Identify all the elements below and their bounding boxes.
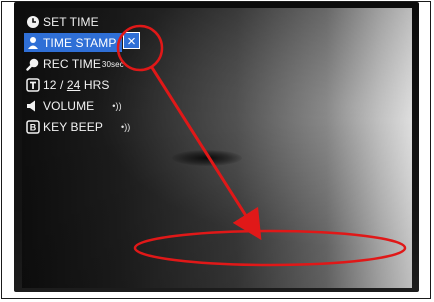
screen-smudge [172, 150, 242, 166]
magnifier-icon [26, 57, 40, 71]
menu-item-label: VOLUME [43, 98, 95, 113]
menu-item-volume[interactable]: VOLUME •)) [24, 96, 184, 115]
hour-option-12[interactable]: 12 / [43, 78, 63, 92]
menu-item-time-stamp[interactable]: TIME STAMP [24, 33, 122, 52]
person-icon [26, 36, 40, 50]
key-beep-level-indicator: •)) [120, 121, 131, 132]
menu-item-hour-format[interactable]: 12 / 24 HRS [24, 75, 184, 94]
device-screen: SET TIME TIME STAMP REC TIME 30sec 12 / … [22, 8, 412, 288]
clock-icon [26, 15, 40, 29]
b-box-icon: B [26, 119, 40, 134]
menu-item-rec-time[interactable]: REC TIME 30sec [24, 54, 184, 73]
settings-menu: SET TIME TIME STAMP REC TIME 30sec 12 / … [24, 12, 184, 138]
close-button[interactable]: × [123, 32, 140, 50]
speaker-icon [26, 99, 40, 113]
menu-item-label: REC TIME [43, 56, 101, 71]
menu-item-label: TIME STAMP [43, 35, 117, 50]
rec-time-value: 30sec [101, 60, 124, 69]
menu-item-key-beep[interactable]: B KEY BEEP •)) [24, 117, 184, 136]
hour-option-24[interactable]: 24 [67, 78, 81, 92]
menu-item-label: SET TIME [43, 14, 99, 29]
volume-level-indicator: •)) [112, 100, 122, 111]
menu-item-label: KEY BEEP [43, 119, 103, 134]
hour-unit-label: HRS [83, 77, 110, 92]
svg-text:B: B [30, 122, 37, 132]
menu-item-set-time[interactable]: SET TIME [24, 12, 184, 31]
t-box-icon [26, 77, 40, 92]
